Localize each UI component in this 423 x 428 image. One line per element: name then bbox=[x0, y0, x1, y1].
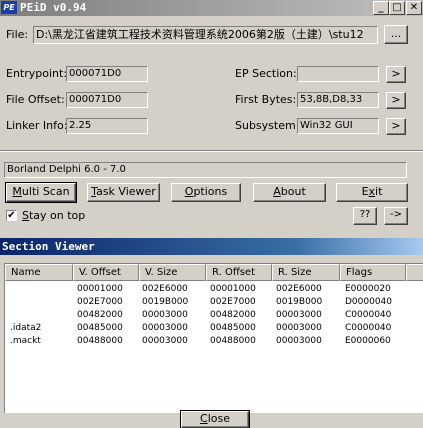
cell-flags: E0000060 bbox=[345, 336, 391, 346]
extra-info-button[interactable]: -> bbox=[384, 207, 408, 225]
section-viewer-title-bar[interactable]: Section Viewer bbox=[0, 238, 423, 255]
table-row[interactable]: 00001000 002E6000 00001000 002E6000 E000… bbox=[5, 283, 405, 295]
table-row[interactable]: 00482000 00003000 00482000 00003000 C000… bbox=[5, 309, 405, 321]
detection-result-field[interactable]: Borland Delphi 6.0 - 7.0 bbox=[4, 162, 407, 178]
stay-on-top-label[interactable]: Stay on top bbox=[22, 209, 85, 223]
multi-scan-label: ulti Scan bbox=[21, 185, 70, 198]
cell-v-offset: 002E7000 bbox=[77, 297, 123, 307]
close-hotkey: C bbox=[200, 412, 208, 425]
task-viewer-button[interactable]: Task Viewer bbox=[87, 183, 160, 202]
cell-r-size: 00003000 bbox=[276, 310, 322, 320]
column-header-filler bbox=[406, 264, 423, 281]
maximize-icon: □ bbox=[392, 2, 402, 13]
separator bbox=[0, 150, 423, 152]
close-icon: ✕ bbox=[409, 2, 419, 13]
entrypoint-field[interactable]: 000071D0 bbox=[66, 66, 148, 82]
table-row[interactable]: 002E7000 0019B000 002E7000 0019B000 D000… bbox=[5, 296, 405, 308]
about-label: bout bbox=[280, 185, 306, 198]
exit-label-end: it bbox=[375, 185, 383, 198]
multi-scan-hotkey: M bbox=[12, 185, 22, 198]
minimize-button[interactable]: _ bbox=[373, 1, 389, 15]
window-title: PEiD v0.94 bbox=[20, 1, 87, 14]
table-row[interactable]: .idata2 00485000 00003000 00485000 00003… bbox=[5, 322, 405, 334]
cell-flags: D0000040 bbox=[345, 297, 393, 307]
cell-v-offset: 00485000 bbox=[77, 323, 123, 333]
cell-r-offset: 00001000 bbox=[210, 284, 256, 294]
options-label: ptions bbox=[193, 185, 228, 198]
cell-r-size: 00003000 bbox=[276, 336, 322, 346]
column-header-r-offset[interactable]: R. Offset bbox=[206, 264, 272, 281]
first-bytes-label: First Bytes: bbox=[235, 93, 297, 106]
subsystem-label: Subsystem: bbox=[235, 119, 300, 132]
close-window-button[interactable]: ✕ bbox=[406, 1, 422, 15]
exit-button[interactable]: Exit bbox=[336, 183, 408, 202]
entrypoint-label: Entrypoint: bbox=[6, 67, 68, 80]
subsystem-field[interactable]: Win32 GUI bbox=[297, 118, 379, 134]
cell-v-size: 00003000 bbox=[142, 323, 188, 333]
cell-name: .mackt bbox=[10, 336, 41, 346]
column-header-v-size[interactable]: V. Size bbox=[139, 264, 206, 281]
file-label: File: bbox=[6, 28, 29, 41]
minimize-icon: _ bbox=[378, 2, 384, 13]
file-offset-field[interactable]: 000071D0 bbox=[66, 92, 148, 108]
cell-r-offset: 00482000 bbox=[210, 310, 256, 320]
first-bytes-field[interactable]: 53,8B,D8,33 bbox=[297, 92, 379, 108]
cell-r-offset: 00485000 bbox=[210, 323, 256, 333]
cell-r-size: 0019B000 bbox=[276, 297, 323, 307]
cell-name: .idata2 bbox=[10, 323, 42, 333]
browse-button[interactable]: ... bbox=[384, 25, 408, 44]
help-button[interactable]: ?? bbox=[353, 207, 377, 225]
peid-window: PE PEiD v0.94 _ □ ✕ File: D:\黑龙江省建筑工程技术资… bbox=[0, 0, 423, 232]
file-offset-label: File Offset: bbox=[6, 93, 65, 106]
table-row[interactable]: .mackt 00488000 00003000 00488000 000030… bbox=[5, 335, 405, 347]
linker-info-field[interactable]: 2.25 bbox=[66, 118, 148, 134]
cell-v-offset: 00488000 bbox=[77, 336, 123, 346]
cell-v-offset: 00482000 bbox=[77, 310, 123, 320]
title-bar[interactable]: PE PEiD v0.94 _ □ ✕ bbox=[0, 0, 423, 16]
cell-r-offset: 002E7000 bbox=[210, 297, 256, 307]
column-header-v-offset[interactable]: V. Offset bbox=[73, 264, 139, 281]
multi-scan-button[interactable]: Multi Scan bbox=[5, 182, 77, 203]
cell-r-size: 00003000 bbox=[276, 323, 322, 333]
stay-on-top-checkbox[interactable]: ✔ bbox=[6, 210, 17, 221]
stay-on-top-text: tay on top bbox=[28, 209, 86, 222]
maximize-button[interactable]: □ bbox=[389, 1, 405, 15]
ep-section-label: EP Section: bbox=[235, 67, 297, 80]
cell-flags: C0000040 bbox=[345, 310, 392, 320]
cell-r-offset: 00488000 bbox=[210, 336, 256, 346]
exit-label-start: E bbox=[361, 185, 369, 198]
cell-v-size: 002E6000 bbox=[142, 284, 188, 294]
cell-r-size: 002E6000 bbox=[276, 284, 322, 294]
linker-info-label: Linker Info: bbox=[6, 119, 68, 132]
peid-app-icon: PE bbox=[1, 1, 17, 14]
column-header-name[interactable]: Name bbox=[5, 264, 73, 281]
options-button[interactable]: Options bbox=[171, 183, 241, 202]
cell-v-size: 00003000 bbox=[142, 336, 188, 346]
section-list[interactable]: Name V. Offset V. Size R. Offset R. Size… bbox=[4, 263, 423, 413]
close-label: lose bbox=[207, 412, 230, 425]
cell-flags: C0000040 bbox=[345, 323, 392, 333]
task-viewer-label: ask Viewer bbox=[96, 185, 156, 198]
about-hotkey: A bbox=[273, 185, 281, 198]
cell-v-size: 0019B000 bbox=[142, 297, 189, 307]
subsystem-arrow-button[interactable]: > bbox=[386, 118, 406, 135]
column-header-r-size[interactable]: R. Size bbox=[272, 264, 340, 281]
cell-v-size: 00003000 bbox=[142, 310, 188, 320]
first-bytes-arrow-button[interactable]: > bbox=[386, 92, 406, 109]
file-path-field[interactable]: D:\黑龙江省建筑工程技术资料管理系统2006第2版（土建）\stu12 bbox=[33, 26, 378, 44]
ep-section-field[interactable] bbox=[297, 66, 379, 82]
close-button[interactable]: Close bbox=[180, 410, 250, 428]
cell-v-offset: 00001000 bbox=[77, 284, 123, 294]
stay-on-top-hotkey: S bbox=[22, 209, 29, 222]
ep-section-arrow-button[interactable]: > bbox=[386, 66, 406, 83]
section-viewer-window: Section Viewer Name V. Offset V. Size R.… bbox=[0, 238, 423, 428]
about-button[interactable]: About bbox=[253, 183, 326, 202]
column-header-flags[interactable]: Flags bbox=[340, 264, 406, 281]
cell-flags: E0000020 bbox=[345, 284, 391, 294]
